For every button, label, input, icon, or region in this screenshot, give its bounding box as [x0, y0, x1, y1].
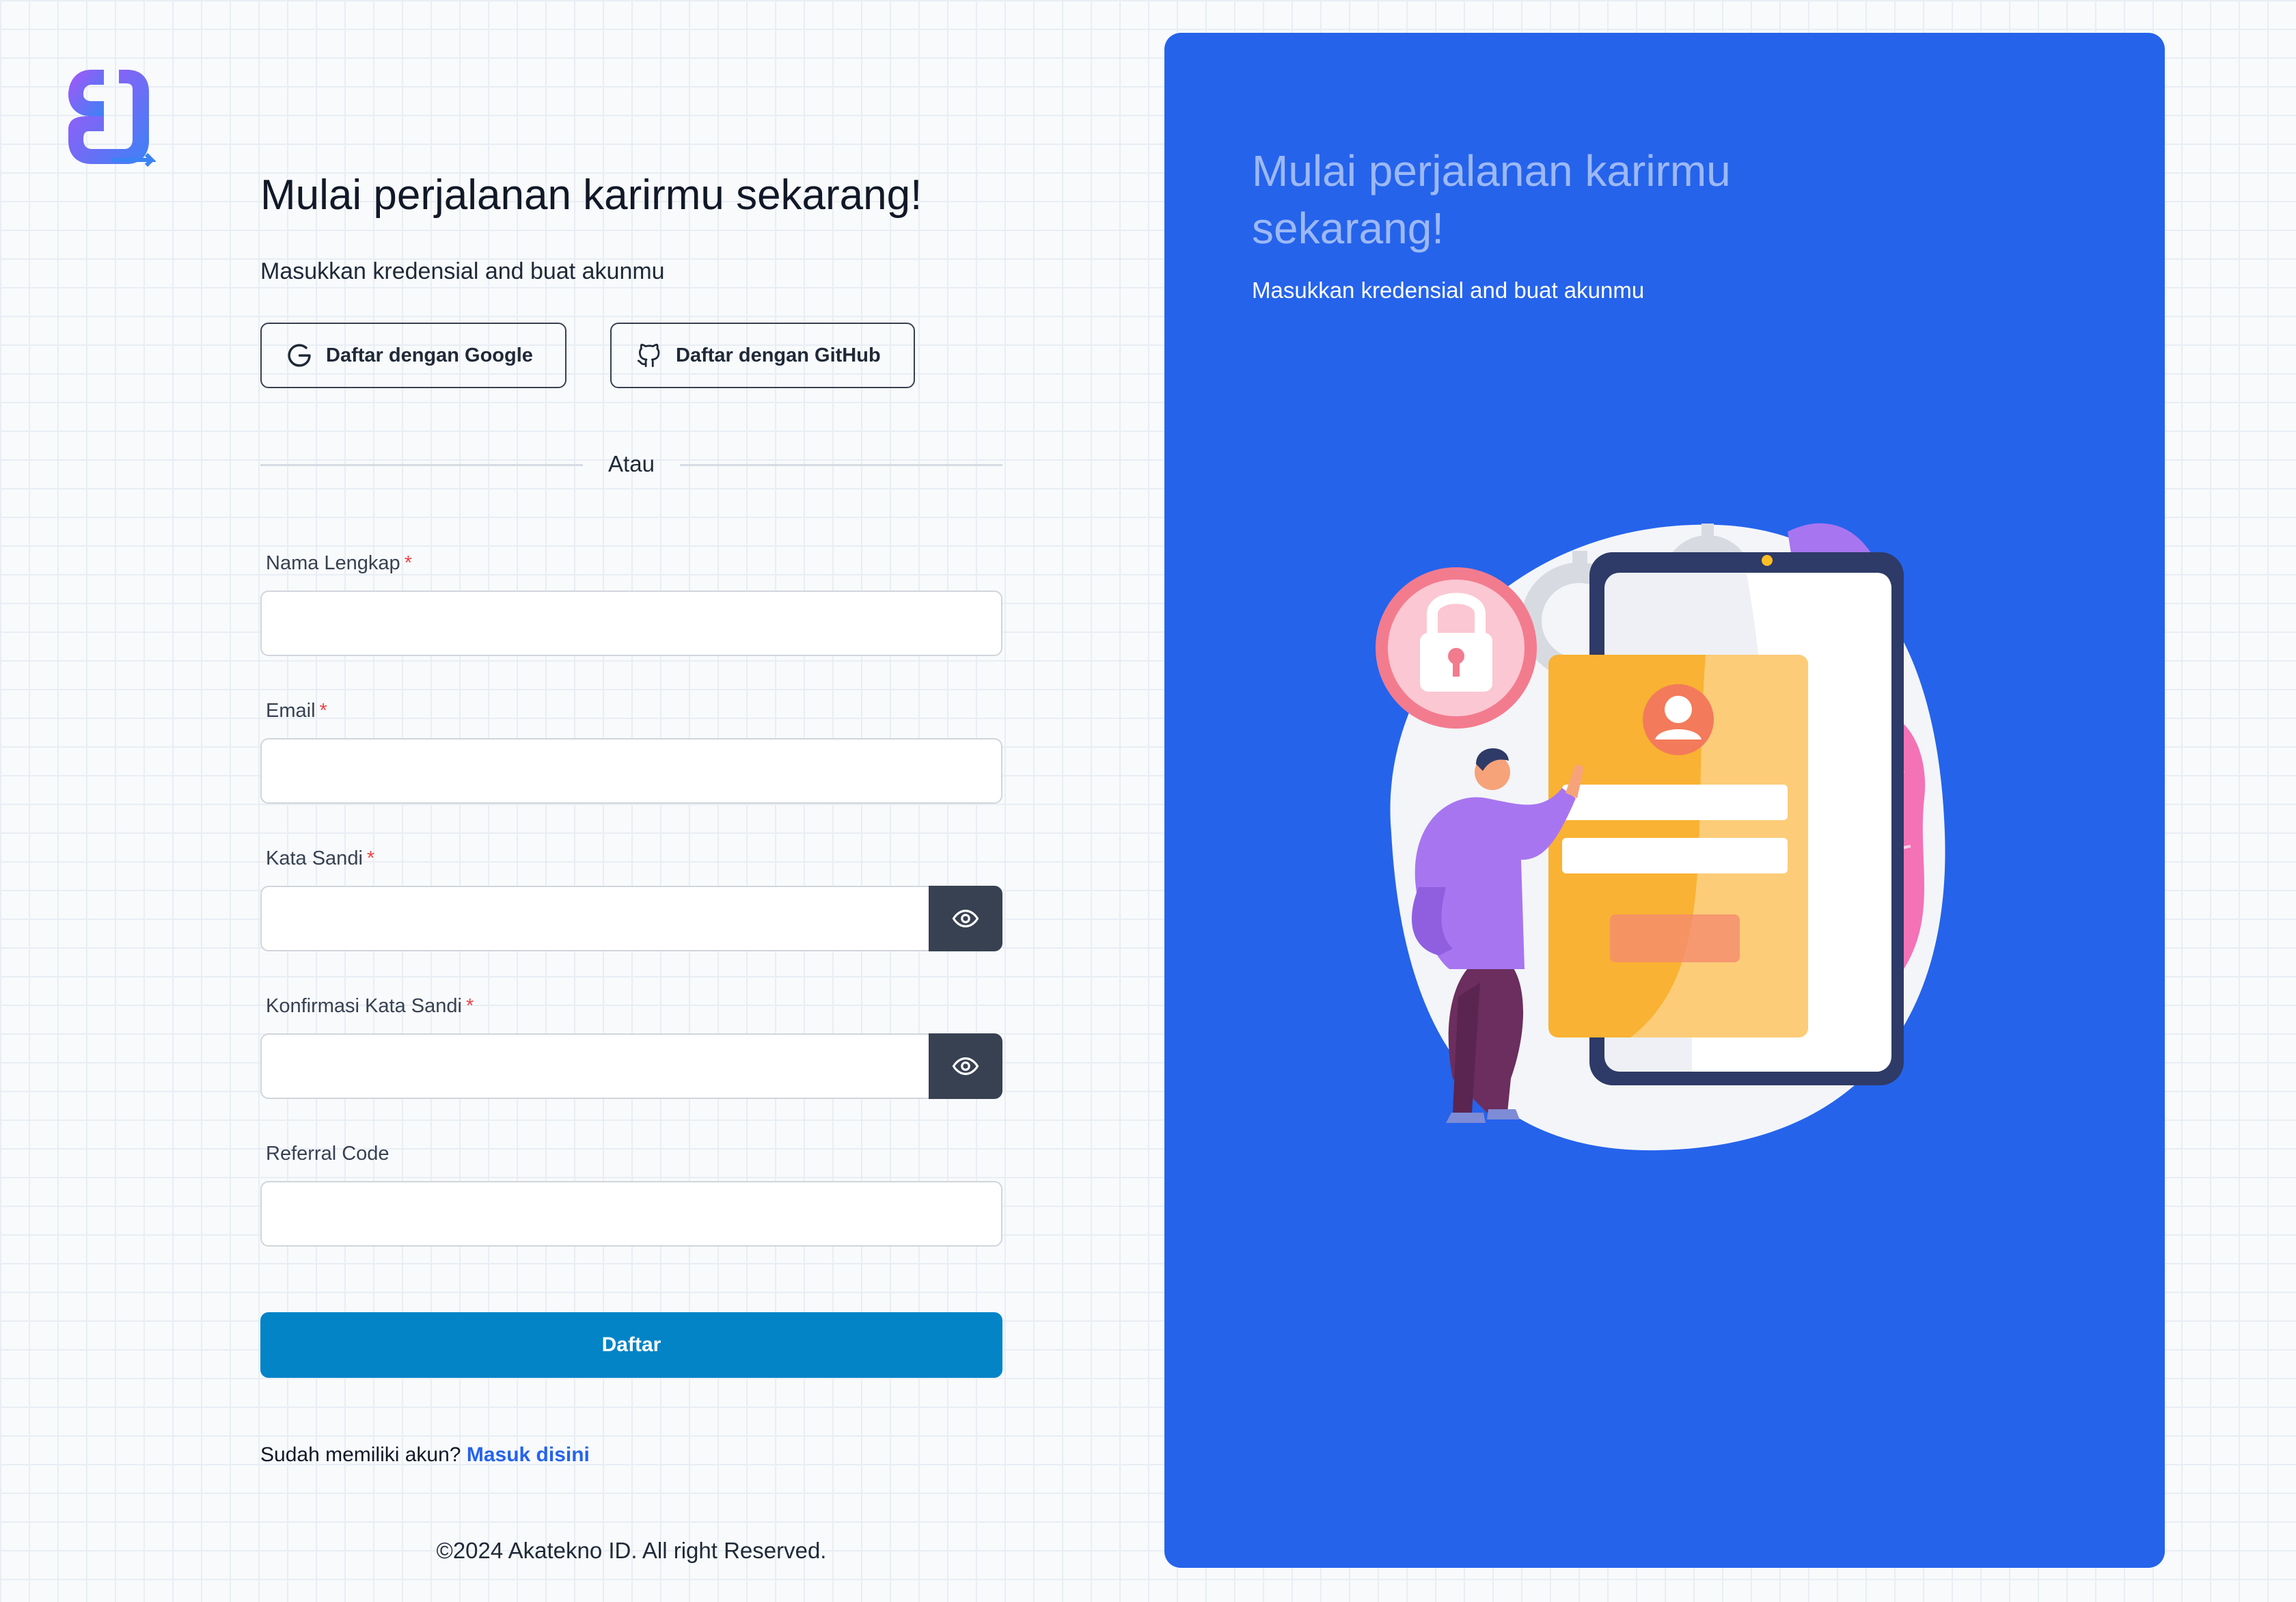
password-input[interactable]: [260, 886, 930, 951]
referral-code-label: Referral Code: [266, 1143, 390, 1165]
password-label: Kata Sandi *: [266, 847, 374, 870]
toggle-confirm-password-visibility-button[interactable]: [929, 1033, 1002, 1099]
email-label-text: Email: [266, 700, 316, 722]
panel-title: Mulai perjalanan karirmu sekarang!: [1252, 146, 1731, 253]
register-submit-button[interactable]: Daftar: [260, 1312, 1002, 1378]
required-mark: *: [366, 847, 375, 869]
login-link[interactable]: Masuk disini: [467, 1443, 590, 1466]
signup-illustration: [1376, 523, 1945, 1151]
confirm-password-label: Konfirmasi Kata Sandi *: [266, 995, 474, 1018]
panel-subtitle: Masukkan kredensial and buat akunmu: [1252, 277, 1645, 303]
confirm-password-input[interactable]: [260, 1033, 930, 1099]
page-title: Mulai perjalanan karirmu sekarang!: [260, 172, 922, 219]
or-divider: Atau: [260, 451, 1002, 477]
github-icon: [637, 343, 660, 368]
confirm-password-label-text: Konfirmasi Kata Sandi: [266, 995, 462, 1017]
google-icon: [288, 344, 311, 367]
full-name-label-text: Nama Lengkap: [266, 552, 400, 574]
github-signup-button[interactable]: Daftar dengan GitHub: [610, 323, 915, 388]
github-signup-label: Daftar dengan GitHub: [676, 344, 881, 366]
eye-icon: [952, 1057, 979, 1075]
google-signup-button[interactable]: Daftar dengan Google: [260, 323, 566, 388]
login-prompt-text: Sudah memiliki akun?: [260, 1443, 461, 1466]
copyright-footer: ©2024 Akatekno ID. All right Reserved.: [436, 1538, 827, 1563]
brand-logo-icon: [68, 70, 156, 167]
google-signup-label: Daftar dengan Google: [326, 344, 533, 366]
toggle-password-visibility-button[interactable]: [929, 886, 1002, 951]
required-mark: *: [465, 995, 474, 1017]
page-subtitle: Masukkan kredensial and buat akunmu: [260, 258, 665, 284]
login-prompt: Sudah memiliki akun? Masuk disini: [260, 1443, 590, 1467]
promo-panel: Mulai perjalanan karirmu sekarang! Masuk…: [1164, 33, 2165, 1568]
required-mark: *: [404, 552, 412, 574]
email-input[interactable]: [260, 738, 1002, 804]
email-label: Email *: [266, 700, 327, 722]
required-mark: *: [319, 700, 327, 722]
referral-code-input[interactable]: [260, 1181, 1002, 1247]
eye-icon: [952, 910, 979, 927]
full-name-label: Nama Lengkap *: [266, 552, 412, 575]
divider-line-right: [680, 464, 1002, 466]
full-name-input[interactable]: [260, 590, 1002, 656]
password-label-text: Kata Sandi: [266, 847, 363, 869]
